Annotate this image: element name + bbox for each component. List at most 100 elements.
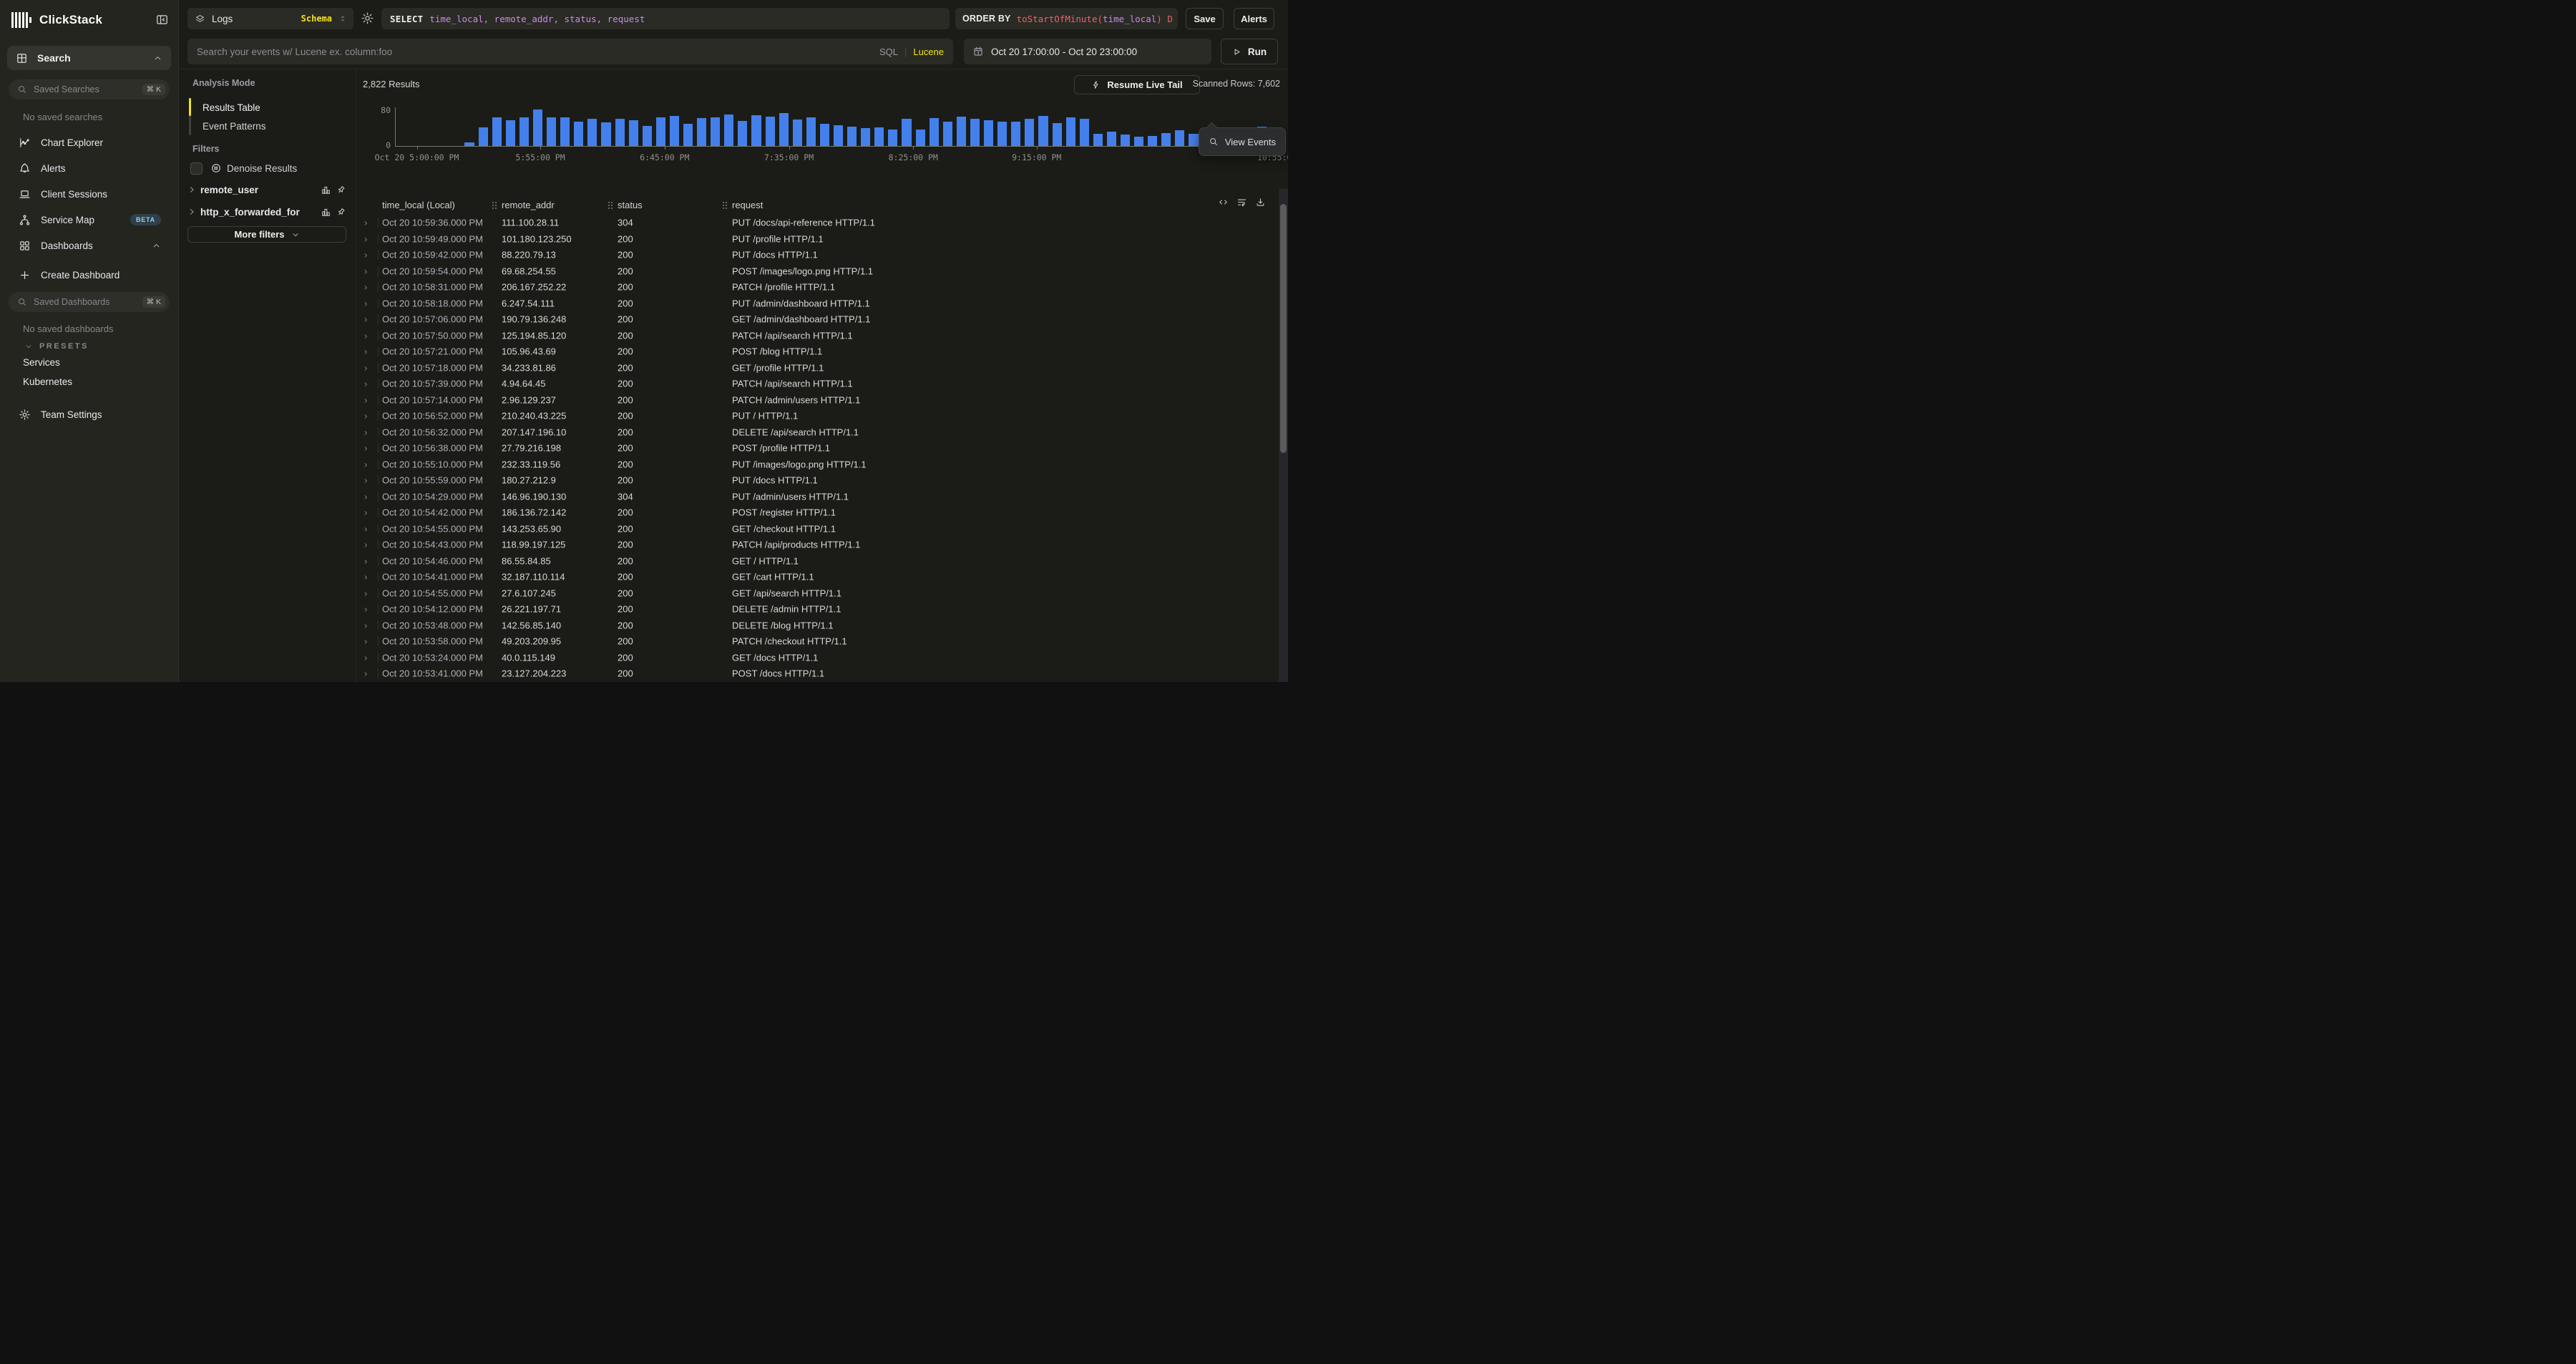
chart-bar[interactable] [464, 142, 474, 146]
preset-item-services[interactable]: Services [23, 357, 60, 368]
chart-bar[interactable] [1189, 134, 1198, 146]
chart-bar[interactable] [793, 120, 802, 146]
date-range-picker[interactable]: Oct 20 17:00:00 - Oct 20 23:00:00 [964, 39, 1211, 64]
chart-bar[interactable] [806, 117, 816, 146]
table-row[interactable]: ›Oct 20 10:53:41.000 PM23.127.204.223200… [356, 666, 1283, 682]
table-row[interactable]: ›Oct 20 10:54:12.000 PM26.221.197.71200D… [356, 601, 1283, 618]
table-row[interactable]: ›Oct 20 10:57:06.000 PM190.79.136.248200… [356, 311, 1283, 328]
row-expand-chevron[interactable]: › [364, 330, 367, 341]
row-expand-chevron[interactable]: › [364, 411, 367, 422]
sidebar-item-alerts[interactable]: Alerts [10, 157, 168, 179]
denoise-checkbox[interactable] [190, 162, 203, 175]
sidebar-item-search[interactable]: Search [7, 46, 171, 70]
row-expand-chevron[interactable]: › [364, 588, 367, 598]
sidebar-item-client-sessions[interactable]: Client Sessions [10, 183, 168, 205]
table-row[interactable]: ›Oct 20 10:56:52.000 PM210.240.43.225200… [356, 408, 1283, 424]
table-row[interactable]: ›Oct 20 10:54:41.000 PM32.187.110.114200… [356, 569, 1283, 585]
mode-results-table[interactable]: Results Table [203, 102, 260, 113]
chart-bar[interactable] [1038, 116, 1048, 146]
table-row[interactable]: ›Oct 20 10:54:43.000 PM118.99.197.125200… [356, 537, 1283, 553]
chart-bar[interactable] [724, 115, 733, 146]
chart-bar[interactable] [779, 113, 789, 146]
chart-bar[interactable] [847, 127, 857, 146]
chart-bar[interactable] [587, 119, 597, 146]
chart-bar[interactable] [670, 116, 679, 146]
chart-bar[interactable] [697, 118, 706, 146]
row-expand-chevron[interactable]: › [364, 572, 367, 583]
column-drag-handle[interactable] [608, 202, 613, 210]
chart-bar[interactable] [560, 117, 570, 146]
chart-bar[interactable] [1121, 135, 1130, 146]
table-row[interactable]: ›Oct 20 10:56:38.000 PM27.79.216.198200P… [356, 440, 1283, 457]
chart-bar[interactable] [916, 130, 925, 146]
view-events-tooltip[interactable]: View Events [1199, 127, 1286, 156]
table-row[interactable]: ›Oct 20 10:57:39.000 PM4.94.64.45200PATC… [356, 376, 1283, 392]
row-expand-chevron[interactable]: › [364, 652, 367, 663]
chart-bar[interactable] [888, 130, 897, 146]
row-expand-chevron[interactable]: › [364, 298, 367, 308]
table-row[interactable]: ›Oct 20 10:53:24.000 PM40.0.115.149200GE… [356, 650, 1283, 666]
table-row[interactable]: ›Oct 20 10:58:31.000 PM206.167.252.22200… [356, 279, 1283, 296]
table-row[interactable]: ›Oct 20 10:54:46.000 PM86.55.84.85200GET… [356, 553, 1283, 570]
chart-bar[interactable] [656, 117, 665, 146]
chart-bar[interactable] [1093, 134, 1103, 146]
chart-bar[interactable] [970, 119, 980, 146]
column-header-status[interactable]: status [618, 200, 643, 210]
chart-bar[interactable] [1080, 119, 1089, 146]
row-expand-chevron[interactable]: › [364, 250, 367, 260]
chart-bar[interactable] [547, 117, 556, 146]
table-row[interactable]: ›Oct 20 10:59:49.000 PM101.180.123.25020… [356, 231, 1283, 248]
row-expand-chevron[interactable]: › [364, 282, 367, 293]
row-expand-chevron[interactable]: › [364, 394, 367, 405]
scrollbar-thumb[interactable] [1280, 204, 1287, 453]
row-expand-chevron[interactable]: › [364, 620, 367, 630]
filter-field-remote-user[interactable]: remote_user [187, 183, 346, 196]
alerts-button[interactable]: Alerts [1234, 8, 1274, 29]
chart-bar[interactable] [943, 122, 952, 146]
source-select[interactable]: Logs Schema [187, 8, 353, 29]
chart-bar[interactable] [997, 122, 1007, 146]
row-expand-chevron[interactable]: › [364, 540, 367, 550]
row-expand-chevron[interactable]: › [364, 266, 367, 276]
preset-item-kubernetes[interactable]: Kubernetes [23, 376, 72, 387]
chart-bar[interactable] [957, 117, 966, 146]
language-toggle-lucene[interactable]: Lucene [913, 47, 944, 57]
chart-bar[interactable] [519, 117, 529, 146]
field-chart-icon[interactable] [321, 185, 331, 195]
sidebar-item-chart-explorer[interactable]: Chart Explorer [10, 132, 168, 153]
row-expand-chevron[interactable]: › [364, 459, 367, 469]
chart-bar[interactable] [1148, 136, 1157, 146]
chart-bar[interactable] [820, 124, 829, 146]
chart-bar[interactable] [738, 121, 747, 146]
table-row[interactable]: ›Oct 20 10:54:42.000 PM186.136.72.142200… [356, 505, 1283, 521]
chart-bar[interactable] [601, 122, 610, 146]
chart-bar[interactable] [506, 120, 515, 146]
row-expand-chevron[interactable]: › [364, 346, 367, 357]
column-drag-handle[interactable] [723, 202, 728, 210]
chart-bar[interactable] [492, 117, 502, 146]
row-expand-chevron[interactable]: › [364, 379, 367, 389]
chart-bar[interactable] [615, 119, 625, 146]
chart-bar[interactable] [574, 122, 583, 146]
row-expand-chevron[interactable]: › [364, 218, 367, 228]
resume-live-tail-button[interactable]: Resume Live Tail [1074, 75, 1200, 94]
row-expand-chevron[interactable]: › [364, 427, 367, 437]
scrollbar-track[interactable] [1279, 189, 1288, 682]
saved-dashboards-input[interactable]: Saved Dashboards ⌘ K [9, 292, 170, 312]
chart-bar[interactable] [629, 120, 638, 146]
chart-bar[interactable] [902, 119, 911, 146]
row-expand-chevron[interactable]: › [364, 362, 367, 373]
column-header-remote-addr[interactable]: remote_addr [502, 200, 555, 210]
table-row[interactable]: ›Oct 20 10:54:55.000 PM143.253.65.90200G… [356, 521, 1283, 537]
chart-bar[interactable] [930, 118, 939, 146]
more-filters-button[interactable]: More filters [187, 226, 346, 243]
column-drag-handle[interactable] [492, 202, 497, 210]
row-expand-chevron[interactable]: › [364, 668, 367, 679]
chart-bar[interactable] [711, 117, 720, 146]
row-expand-chevron[interactable]: › [364, 555, 367, 566]
row-expand-chevron[interactable]: › [364, 523, 367, 534]
row-expand-chevron[interactable]: › [364, 475, 367, 486]
chart-bar[interactable] [1161, 133, 1171, 146]
sidebar-collapse-icon[interactable] [155, 13, 169, 26]
chart-bar[interactable] [1066, 117, 1075, 146]
